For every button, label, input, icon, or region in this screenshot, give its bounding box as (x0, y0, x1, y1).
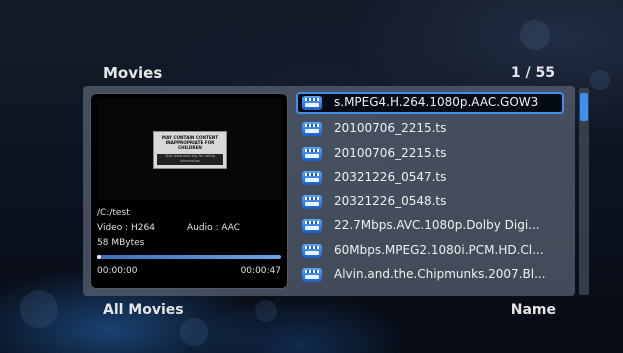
file-list: s.MPEG4.H.264.1080p.AAC.GOW3 20100706_221… (296, 92, 564, 288)
background-bokeh (180, 318, 208, 346)
media-player-screen: Movies 1 / 55 MAY CONTAIN CONTENT INAPPR… (0, 0, 623, 353)
file-list-item[interactable]: 20321226_0547.ts (296, 167, 564, 189)
file-list-item[interactable]: s.MPEG4.H.264.1080p.AAC.GOW3 (296, 92, 564, 114)
file-list-item[interactable]: 20100706_2215.ts (296, 143, 564, 165)
file-name: 60Mbps.MPEG2.1080i.PCM.HD.Cl... (334, 243, 544, 257)
file-size: 58 MBytes (97, 238, 145, 248)
rating-warning-text: MAY CONTAIN CONTENT INAPPROPRIATE FOR CH… (161, 135, 219, 150)
scrollbar[interactable] (579, 88, 589, 295)
page-counter: 1 / 55 (510, 65, 555, 81)
background-bokeh (520, 20, 550, 50)
background-bokeh (590, 70, 610, 90)
video-file-icon (302, 171, 322, 185)
file-list-item[interactable]: 20100706_2215.ts (296, 118, 564, 140)
file-list-item[interactable]: 60Mbps.MPEG2.1080i.PCM.HD.Cl... (296, 240, 564, 262)
file-name: 20100706_2215.ts (334, 146, 447, 160)
video-file-icon (302, 147, 322, 161)
time-current: 00:00:00 (97, 266, 138, 276)
video-file-icon (302, 195, 322, 209)
video-file-icon (302, 122, 322, 136)
time-total: 00:00:47 (240, 266, 281, 276)
file-list-item[interactable]: 22.7Mbps.AVC.1080p.Dolby Digi... (296, 215, 564, 237)
filter-label[interactable]: All Movies (103, 302, 184, 318)
video-file-icon (302, 219, 322, 233)
file-list-item[interactable]: Alvin.and.the.Chipmunks.2007.Bl... (296, 264, 564, 286)
scrollbar-thumb[interactable] (580, 93, 588, 121)
playback-progress-bar[interactable] (97, 255, 281, 259)
playback-progress-fill (97, 255, 101, 259)
file-path: /C:/test (97, 208, 130, 218)
audio-codec: Audio : AAC (187, 223, 241, 233)
video-codec: Video : H264 (97, 223, 155, 233)
file-list-item[interactable]: 20321226_0548.ts (296, 191, 564, 213)
rating-info-text: Visit www.esrb.org for rating informatio… (157, 154, 223, 165)
file-name: 20321226_0548.ts (334, 194, 447, 208)
video-file-icon (302, 96, 322, 110)
file-name: s.MPEG4.H.264.1080p.AAC.GOW3 (334, 95, 539, 109)
file-name: Alvin.and.the.Chipmunks.2007.Bl... (334, 267, 546, 281)
video-file-icon (302, 244, 322, 258)
background-bokeh (255, 300, 277, 322)
background-bokeh (20, 290, 58, 328)
rating-card-image: MAY CONTAIN CONTENT INAPPROPRIATE FOR CH… (153, 131, 227, 169)
file-name: 20100706_2215.ts (334, 121, 447, 135)
video-file-icon (302, 268, 322, 282)
section-title: Movies (103, 64, 163, 82)
sort-label[interactable]: Name (511, 302, 556, 318)
preview-panel: MAY CONTAIN CONTENT INAPPROPRIATE FOR CH… (90, 93, 288, 289)
file-name: 20321226_0547.ts (334, 170, 447, 184)
file-name: 22.7Mbps.AVC.1080p.Dolby Digi... (334, 218, 540, 232)
video-preview-frame: MAY CONTAIN CONTENT INAPPROPRIATE FOR CH… (97, 98, 281, 200)
